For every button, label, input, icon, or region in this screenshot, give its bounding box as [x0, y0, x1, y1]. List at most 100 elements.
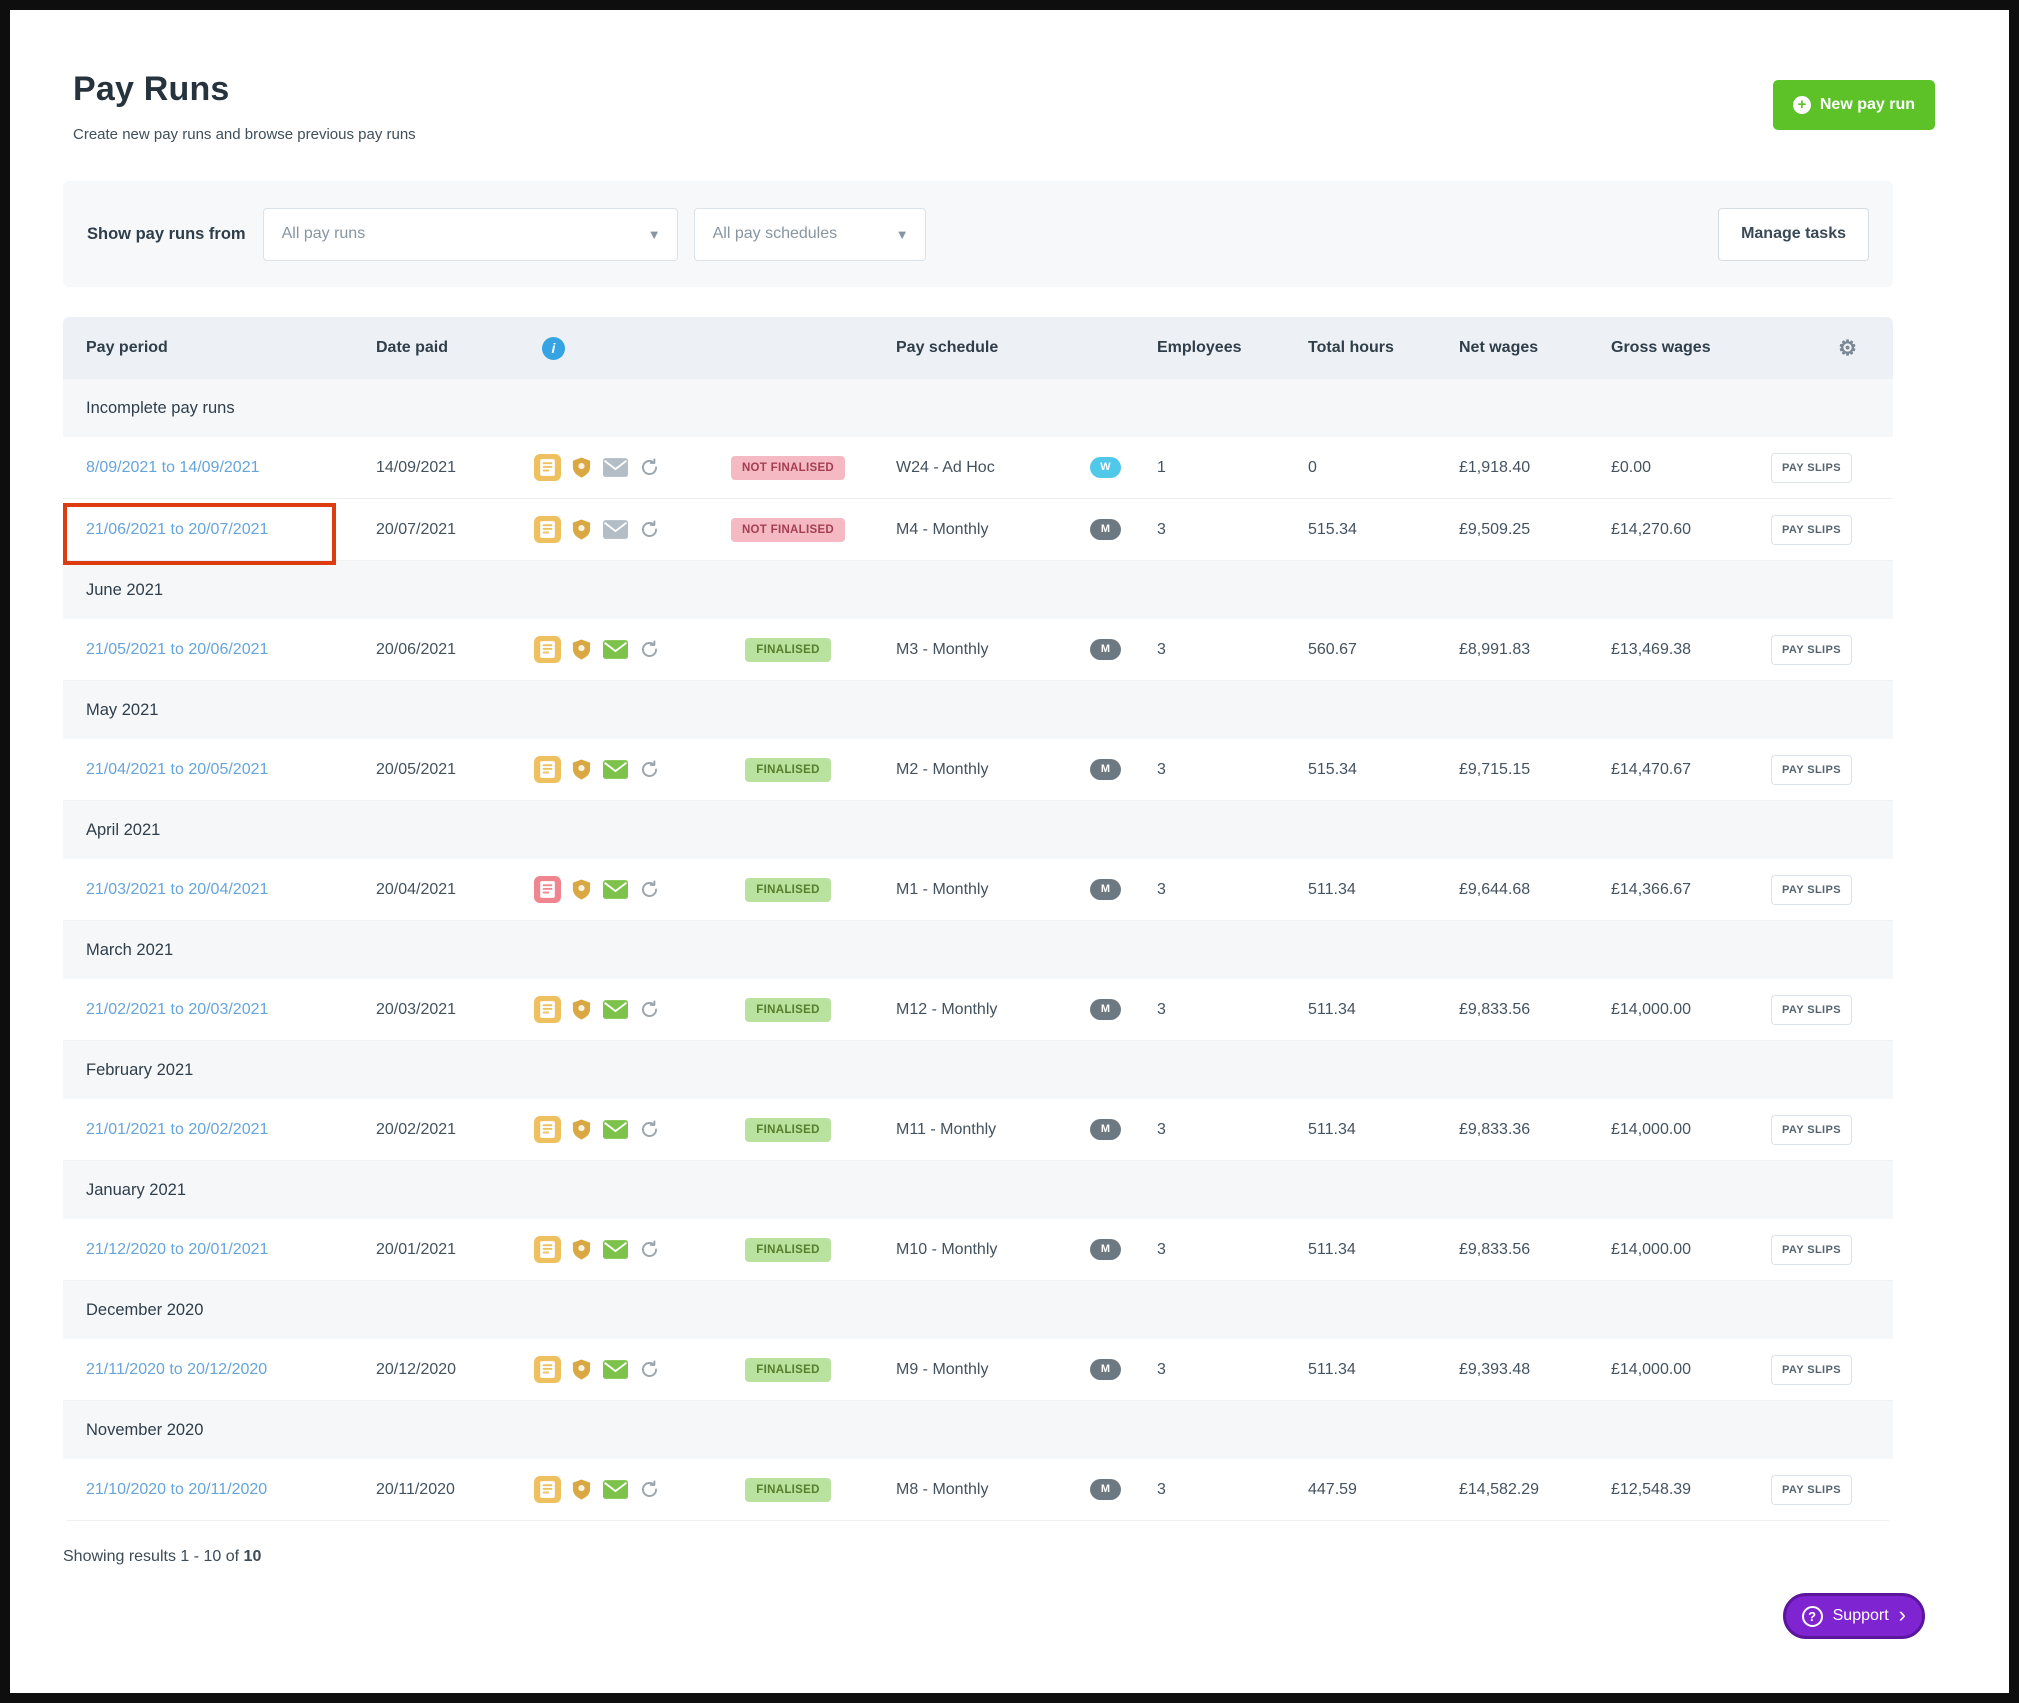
pay-period-link[interactable]: 21/01/2021 to 20/02/2021 [86, 1121, 268, 1138]
payslip-document-icon [534, 1476, 561, 1503]
pay-slips-button[interactable]: PAY SLIPS [1771, 453, 1852, 483]
hmrc-shield-icon [568, 876, 595, 903]
pay-period-link[interactable]: 21/12/2020 to 20/01/2021 [86, 1241, 268, 1258]
sync-icon [636, 636, 663, 663]
group-label: June 2021 [86, 581, 163, 600]
pay-runs-page: Pay Runs Create new pay runs and browse … [10, 10, 2009, 1693]
col-net-wages: Net wages [1443, 339, 1593, 357]
info-icon[interactable]: i [542, 337, 565, 360]
gross-wages: £13,469.38 [1593, 641, 1763, 659]
frequency-badge: M [1090, 519, 1121, 540]
chevron-down-icon: ▼ [648, 227, 661, 242]
gear-icon[interactable]: ⚙ [1838, 338, 1857, 359]
pay-period-link[interactable]: 21/03/2021 to 20/04/2021 [86, 881, 268, 898]
pay-schedules-dropdown[interactable]: All pay schedules ▼ [694, 208, 926, 261]
pay-schedule: M2 - Monthly [873, 761, 1073, 779]
net-wages: £9,833.56 [1443, 1001, 1593, 1019]
pay-period-link[interactable]: 8/09/2021 to 14/09/2021 [86, 459, 260, 476]
gross-wages: £14,000.00 [1593, 1241, 1763, 1259]
date-paid: 20/03/2021 [353, 1001, 518, 1019]
employees-count: 3 [1133, 1361, 1293, 1379]
support-label: Support [1833, 1607, 1889, 1625]
pay-period-link[interactable]: 21/06/2021 to 20/07/2021 [86, 521, 268, 538]
support-button[interactable]: ? Support › [1783, 1593, 1925, 1639]
pay-slips-button[interactable]: PAY SLIPS [1771, 995, 1852, 1025]
net-wages: £9,644.68 [1443, 881, 1593, 899]
email-status-icon [602, 876, 629, 903]
page-subtitle: Create new pay runs and browse previous … [73, 126, 1935, 143]
pay-slips-button[interactable]: PAY SLIPS [1771, 1115, 1852, 1145]
total-hours: 511.34 [1293, 1121, 1443, 1139]
group-label: Incomplete pay runs [86, 399, 235, 418]
group-label: May 2021 [86, 701, 158, 720]
frequency-badge: M [1090, 759, 1121, 780]
gross-wages: £14,000.00 [1593, 1001, 1763, 1019]
hmrc-shield-icon [568, 1116, 595, 1143]
table-header: Pay period Date paid i Pay schedule Empl… [63, 317, 1893, 379]
email-status-icon [602, 636, 629, 663]
frequency-badge: W [1090, 457, 1121, 478]
group-header-row: February 2021 [63, 1041, 1893, 1099]
table-body: Incomplete pay runs 8/09/2021 to 14/09/2… [63, 379, 1893, 1521]
payslip-document-icon [534, 1116, 561, 1143]
net-wages: £9,833.56 [1443, 1241, 1593, 1259]
pay-schedule: M8 - Monthly [873, 1481, 1073, 1499]
employees-count: 1 [1133, 459, 1293, 477]
group-label: November 2020 [86, 1421, 203, 1440]
hmrc-shield-icon [568, 1356, 595, 1383]
sync-icon [636, 1236, 663, 1263]
pay-period-link[interactable]: 21/10/2020 to 20/11/2020 [86, 1481, 267, 1498]
pay-schedule: M1 - Monthly [873, 881, 1073, 899]
group-header-row: December 2020 [63, 1281, 1893, 1339]
pay-schedule: M3 - Monthly [873, 641, 1073, 659]
gross-wages: £14,270.60 [1593, 521, 1763, 539]
manage-tasks-button[interactable]: Manage tasks [1718, 208, 1869, 261]
pay-period-link[interactable]: 21/11/2020 to 20/12/2020 [86, 1361, 267, 1378]
pay-slips-button[interactable]: PAY SLIPS [1771, 1355, 1852, 1385]
pay-schedule: M12 - Monthly [873, 1001, 1073, 1019]
pay-slips-button[interactable]: PAY SLIPS [1771, 635, 1852, 665]
chevron-right-icon: › [1899, 1604, 1906, 1626]
date-paid: 20/04/2021 [353, 881, 518, 899]
email-status-icon [602, 996, 629, 1023]
group-header-row: May 2021 [63, 681, 1893, 739]
group-header-row: June 2021 [63, 561, 1893, 619]
total-hours: 515.34 [1293, 761, 1443, 779]
sync-icon [636, 1476, 663, 1503]
table-row: 21/06/2021 to 20/07/2021 20/07/2021 NOT … [63, 499, 1893, 561]
pay-slips-button[interactable]: PAY SLIPS [1771, 755, 1852, 785]
pay-slips-button[interactable]: PAY SLIPS [1771, 515, 1852, 545]
pay-slips-button[interactable]: PAY SLIPS [1771, 1235, 1852, 1265]
payslip-document-icon [534, 1236, 561, 1263]
sync-icon [636, 756, 663, 783]
pay-period-link[interactable]: 21/05/2021 to 20/06/2021 [86, 641, 268, 658]
table-row: 8/09/2021 to 14/09/2021 14/09/2021 NOT F… [63, 437, 1893, 499]
pay-period-link[interactable]: 21/04/2021 to 20/05/2021 [86, 761, 268, 778]
date-paid: 20/11/2020 [353, 1481, 518, 1499]
filter-label: Show pay runs from [87, 225, 246, 244]
net-wages: £1,918.40 [1443, 459, 1593, 477]
net-wages: £14,582.29 [1443, 1481, 1593, 1499]
status-badge: FINALISED [745, 1358, 830, 1382]
frequency-badge: M [1090, 1479, 1121, 1500]
status-badge: NOT FINALISED [731, 456, 845, 480]
col-date-paid: Date paid [353, 339, 518, 357]
pay-slips-button[interactable]: PAY SLIPS [1771, 1475, 1852, 1505]
status-badge: FINALISED [745, 638, 830, 662]
group-label: March 2021 [86, 941, 173, 960]
gross-wages: £14,000.00 [1593, 1361, 1763, 1379]
pay-runs-dropdown[interactable]: All pay runs ▼ [263, 208, 678, 261]
pay-slips-button[interactable]: PAY SLIPS [1771, 875, 1852, 905]
employees-count: 3 [1133, 761, 1293, 779]
col-pay-period: Pay period [63, 339, 353, 357]
employees-count: 3 [1133, 1001, 1293, 1019]
pay-period-link[interactable]: 21/02/2021 to 20/03/2021 [86, 1001, 268, 1018]
col-total-hours: Total hours [1293, 339, 1443, 357]
employees-count: 3 [1133, 1121, 1293, 1139]
group-header-row: Incomplete pay runs [63, 379, 1893, 437]
date-paid: 20/06/2021 [353, 641, 518, 659]
new-pay-run-button[interactable]: + New pay run [1773, 80, 1935, 130]
filter-bar: Show pay runs from All pay runs ▼ All pa… [63, 181, 1893, 287]
date-paid: 20/05/2021 [353, 761, 518, 779]
total-hours: 511.34 [1293, 1241, 1443, 1259]
